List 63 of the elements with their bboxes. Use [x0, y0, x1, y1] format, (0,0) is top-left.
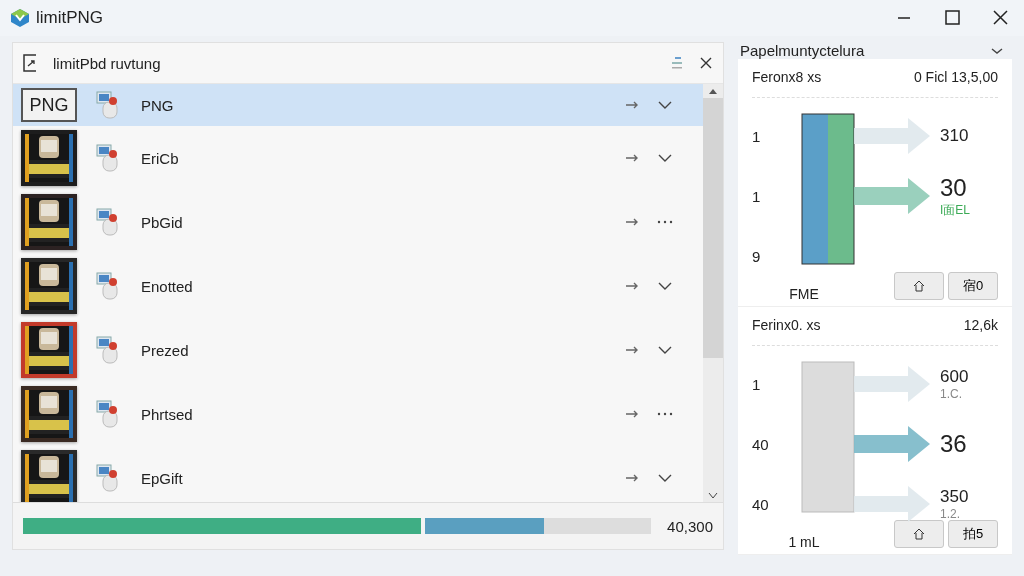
arrow-icon[interactable]: [625, 154, 639, 162]
app-logo-icon: [10, 8, 30, 28]
stat-value: 12,6k: [963, 317, 998, 333]
arrow-icon[interactable]: [625, 346, 639, 354]
arrow-icon[interactable]: [625, 474, 639, 482]
png-label: PNG: [21, 88, 77, 122]
flow-note: 1.2.: [940, 507, 960, 521]
arrow-icon[interactable]: [625, 282, 639, 290]
flow-value: 310: [940, 126, 969, 146]
chevron-down-icon[interactable]: [657, 473, 673, 483]
home-icon: [913, 528, 925, 540]
file-name: EriCb: [141, 149, 180, 167]
list-icon[interactable]: [669, 55, 685, 71]
arrow-icon[interactable]: [625, 410, 639, 418]
window-title: limitPNG: [36, 8, 104, 28]
row-number: 1: [752, 375, 762, 393]
file-name: PbGid: [141, 213, 184, 231]
home-button[interactable]: [894, 520, 944, 548]
chevron-down-icon[interactable]: [657, 281, 673, 291]
action-button[interactable]: 拍5: [948, 520, 998, 548]
panel-title: Papelmuntyctelura: [740, 42, 865, 59]
panel-title: limitPbd ruvtung: [53, 54, 161, 72]
stat-label: Ferinx0. xs: [752, 317, 821, 333]
file-row[interactable]: EriCb: [13, 126, 703, 190]
row-number: 9: [752, 247, 762, 265]
more-icon[interactable]: [657, 412, 673, 416]
file-row[interactable]: Phrtsed: [13, 382, 703, 446]
chevron-down-icon[interactable]: [657, 345, 673, 355]
chevron-down-icon[interactable]: [657, 153, 673, 163]
flow-value: 350: [940, 487, 969, 507]
home-button[interactable]: [894, 272, 944, 300]
action-button[interactable]: 宿0: [948, 272, 998, 300]
stat-label: Feronx8 xs: [752, 69, 822, 85]
flow-value: 30: [940, 173, 967, 202]
scrollbar[interactable]: [703, 84, 723, 502]
progress-reading: 40,300: [667, 517, 713, 535]
file-row[interactable]: PbGid: [13, 190, 703, 254]
file-name: EpGift: [141, 469, 184, 487]
arrow-icon[interactable]: [625, 101, 639, 109]
row-number: 1: [752, 187, 762, 205]
flow-value: 600: [940, 367, 969, 387]
home-icon: [913, 280, 925, 292]
more-icon[interactable]: [657, 220, 673, 224]
chevron-down-icon[interactable]: [657, 100, 673, 110]
close-icon[interactable]: [699, 56, 713, 70]
file-name: Phrtsed: [141, 405, 194, 423]
arrow-icon[interactable]: [625, 218, 639, 226]
file-row[interactable]: Enotted: [13, 254, 703, 318]
file-name: Prezed: [141, 341, 190, 359]
row-number: 1: [752, 127, 762, 145]
stat-value: 0 Ficl 13,5,00: [913, 69, 998, 85]
chevron-down-icon[interactable]: [990, 46, 1004, 55]
row-number: 40: [752, 435, 770, 453]
file-name: PNG: [141, 96, 175, 114]
file-row[interactable]: PNG PNG: [13, 84, 703, 126]
file-name: Enotted: [141, 277, 194, 295]
row-number: 40: [752, 495, 770, 513]
file-row[interactable]: Prezed: [13, 318, 703, 382]
flow-note: I面EL: [940, 201, 970, 219]
bar-label: 1 mL: [787, 534, 821, 550]
bar-label: FME: [788, 286, 820, 302]
flow-note: 1.C.: [940, 387, 962, 401]
flow-value: 36: [940, 430, 967, 458]
